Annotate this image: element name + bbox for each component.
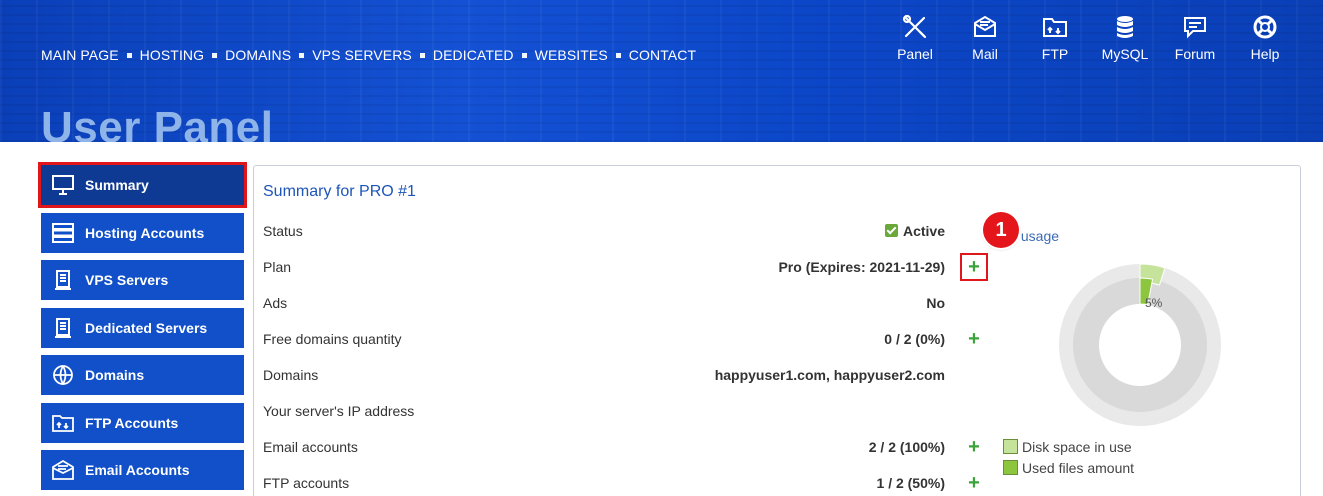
mail-icon — [974, 15, 996, 37]
server-tower-icon — [55, 270, 71, 290]
summary-row-ip-address: Your server's IP address — [263, 403, 415, 419]
nav-separator — [615, 52, 621, 58]
tool-mail[interactable]: Mail — [950, 14, 1020, 62]
summary-row-ftp-accounts: FTP accounts 1 / 2 (50%) + — [263, 473, 993, 496]
legend-swatch-files — [1003, 460, 1018, 475]
server-tower-icon — [55, 317, 71, 338]
step-callout-badge: 1 — [983, 212, 1019, 248]
tool-mysql[interactable]: MySQL — [1090, 14, 1160, 62]
summary-row-domains: Domains happyuser1.com, happyuser2.com — [263, 367, 945, 383]
nav-separator — [299, 52, 305, 58]
nav-separator — [521, 52, 527, 58]
sidebar-item-domains[interactable]: Domains — [41, 355, 244, 395]
add-email-accounts-plus-icon[interactable]: + — [964, 437, 984, 457]
quick-tools: Panel Mail FTP MySQL Forum Help — [880, 14, 1300, 62]
sidebar-item-email-accounts[interactable]: Email Accounts — [41, 450, 244, 490]
tool-panel[interactable]: Panel — [880, 14, 950, 62]
database-icon — [1117, 16, 1133, 38]
ftp-folder-icon — [1043, 18, 1067, 37]
sidebar-item-hosting-accounts[interactable]: Hosting Accounts — [41, 212, 244, 253]
check-icon — [884, 224, 898, 237]
tools-icon — [902, 14, 927, 39]
sidebar-item-ftp-accounts[interactable]: FTP Accounts — [41, 402, 244, 443]
ftp-accounts-value: 1 / 2 (50%) — [876, 475, 945, 491]
sidebar-item-summary[interactable]: Summary — [38, 162, 247, 208]
ads-value: No — [926, 295, 945, 311]
page-title: User Panel — [41, 103, 274, 142]
disk-usage-donut-chart: 5% — [1059, 263, 1221, 426]
add-ftp-accounts-plus-icon[interactable]: + — [964, 473, 984, 493]
server-stack-icon — [52, 222, 74, 243]
tool-help[interactable]: Help — [1230, 14, 1300, 62]
forum-icon — [1184, 17, 1206, 39]
sidebar-item-vps-servers[interactable]: VPS Servers — [41, 260, 244, 300]
tool-ftp[interactable]: FTP — [1020, 14, 1090, 62]
nav-separator — [126, 52, 132, 58]
plan-value: Pro (Expires: 2021-11-29) — [778, 259, 945, 275]
legend-item-used-files: Used files amount — [1003, 457, 1134, 478]
main-nav: MAIN PAGE HOSTING DOMAINS VPS SERVERS DE… — [41, 47, 696, 63]
sidebar-item-dedicated-servers[interactable]: Dedicated Servers — [41, 307, 244, 348]
nav-vps-servers[interactable]: VPS SERVERS — [312, 47, 412, 63]
mail-icon — [52, 460, 74, 480]
summary-row-free-domains: Free domains quantity 0 / 2 (0%) + — [263, 329, 993, 367]
globe-www-icon — [53, 365, 73, 385]
nav-domains[interactable]: DOMAINS — [225, 47, 291, 63]
tool-forum[interactable]: Forum — [1160, 14, 1230, 62]
nav-contact[interactable]: CONTACT — [629, 47, 696, 63]
domains-value: happyuser1.com, happyuser2.com — [714, 367, 945, 383]
legend-swatch-disk — [1003, 439, 1018, 454]
email-accounts-value: 2 / 2 (100%) — [868, 439, 945, 455]
ftp-folder-icon — [52, 414, 74, 432]
summary-row-ads: Ads No — [263, 295, 945, 311]
nav-websites[interactable]: WEBSITES — [535, 47, 608, 63]
usage-legend: Disk space in use Used files amount — [1003, 436, 1134, 478]
usage-percent-label: 5% — [1145, 296, 1163, 310]
monitor-icon — [52, 175, 74, 195]
nav-separator — [212, 52, 218, 58]
status-value: Active — [902, 223, 945, 239]
nav-hosting[interactable]: HOSTING — [140, 47, 204, 63]
site-header: MAIN PAGE HOSTING DOMAINS VPS SERVERS DE… — [0, 0, 1323, 142]
add-free-domains-plus-icon[interactable]: + — [964, 329, 984, 349]
nav-main-page[interactable]: MAIN PAGE — [41, 47, 119, 63]
summary-row-plan: Plan Pro (Expires: 2021-11-29) + — [263, 253, 993, 295]
nav-separator — [419, 52, 425, 58]
nav-dedicated[interactable]: DEDICATED — [433, 47, 514, 63]
free-domains-value: 0 / 2 (0%) — [884, 331, 945, 347]
lifebuoy-icon — [1253, 15, 1277, 39]
extend-plan-plus-icon[interactable]: + — [960, 253, 988, 281]
summary-row-status: Status Active — [263, 223, 945, 239]
sidebar: Summary Hosting Accounts VPS Servers Ded… — [38, 162, 247, 496]
legend-item-disk-space: Disk space in use — [1003, 436, 1134, 457]
summary-title: Summary for PRO #1 — [263, 183, 416, 200]
summary-row-email-accounts: Email accounts 2 / 2 (100%) + — [263, 437, 993, 475]
